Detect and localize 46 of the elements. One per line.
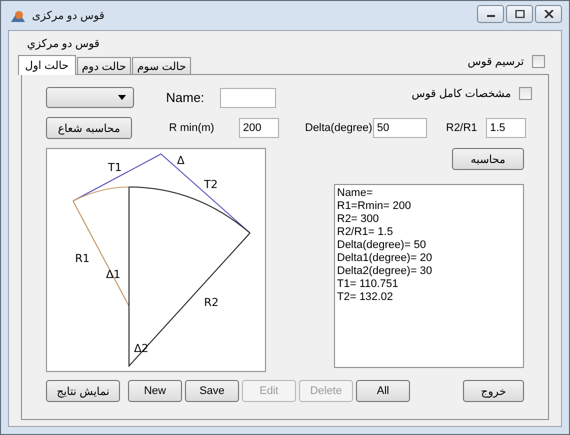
maximize-button[interactable] — [506, 4, 533, 22]
result-line: T1= 110.751 — [337, 278, 400, 291]
diagram-label: T1 — [108, 161, 122, 174]
form-heading: قوس دو مرکزي — [27, 36, 100, 50]
exit-button[interactable]: خروج — [463, 380, 524, 402]
action-button[interactable]: Save — [185, 380, 239, 402]
diagram-label: T2 — [204, 178, 218, 191]
action-button[interactable]: All — [356, 380, 410, 402]
checkbox-label: مشخصات کامل قوس — [412, 87, 511, 100]
tab[interactable]: حالت اول — [18, 55, 76, 75]
window-title: قوس دو مرکزی — [32, 9, 105, 22]
calculate-button[interactable]: محاسبه — [452, 148, 524, 170]
close-icon — [544, 10, 554, 18]
caret-icon — [118, 95, 126, 100]
input-field[interactable] — [220, 88, 276, 108]
close-button[interactable] — [535, 4, 562, 22]
result-line: T2= 132.02 — [337, 291, 394, 304]
checkbox-label: ترسیم قوس — [468, 55, 524, 68]
field-label: R min(m) — [169, 122, 216, 134]
result-line: Delta2(degree)= 30 — [337, 265, 434, 278]
checkbox[interactable] — [519, 87, 532, 100]
diagram-label: Δ — [177, 154, 185, 167]
show-results-button[interactable]: نمایش نتایج — [46, 380, 120, 402]
field-label: Name: — [166, 90, 204, 105]
minimize-button[interactable] — [477, 4, 504, 22]
maximize-icon — [514, 10, 524, 18]
result-line: Name= — [337, 187, 374, 200]
result-line: R2= 300 — [337, 213, 380, 226]
field-label: Delta(degree) — [305, 122, 373, 134]
result-line: Delta(degree)= 50 — [337, 239, 427, 252]
result-line: R2/R1= 1.5 — [337, 226, 394, 239]
tab[interactable]: حالت دوم — [76, 57, 132, 74]
dropdown[interactable] — [46, 87, 134, 108]
input-field[interactable]: 200 — [239, 118, 279, 138]
tab[interactable]: حالت سوم — [132, 57, 192, 74]
result-line: R1=Rmin= 200 — [337, 200, 412, 213]
result-line: Delta1(degree)= 20 — [337, 252, 434, 265]
input-field[interactable]: 1.5 — [486, 118, 526, 138]
action-button[interactable]: New — [128, 380, 182, 402]
checkbox[interactable] — [532, 55, 545, 68]
app-icon — [10, 8, 26, 22]
input-field[interactable]: 50 — [373, 118, 427, 138]
calculate-radius-button[interactable]: محاسبه شعاع — [46, 117, 132, 139]
field-label: R2/R1 — [446, 122, 478, 134]
diagram-label: R1 — [75, 252, 90, 265]
diagram-label: R2 — [204, 296, 219, 309]
